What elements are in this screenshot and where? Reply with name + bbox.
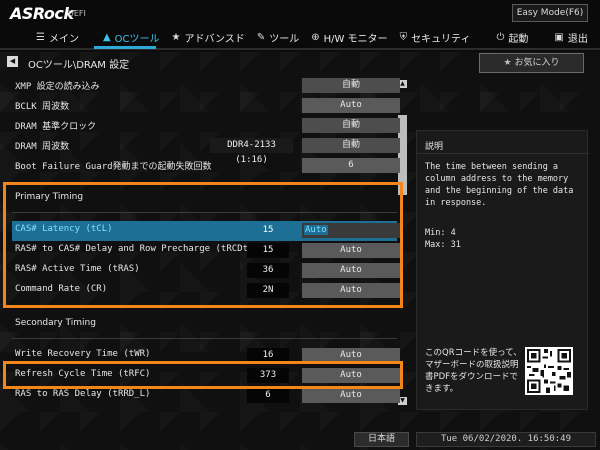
favorite-label: お気に入り [514, 58, 560, 68]
setting-value[interactable]: Auto [302, 263, 400, 278]
setting-value[interactable]: 自動 [302, 118, 400, 133]
setting-current: 15 [247, 223, 289, 238]
tab-security[interactable]: ⛨ セキュリティ [394, 26, 477, 48]
tab-label: OCツール [114, 33, 160, 45]
setting-row-xmp[interactable]: XMP 設定の読み込み 自動 [12, 76, 400, 96]
setting-value[interactable]: Auto [302, 243, 400, 258]
setting-label: XMP 設定の読み込み [15, 82, 100, 92]
setting-value[interactable]: Auto [302, 223, 400, 238]
qr-description: このQRコードを使って、マザーボードの取扱説明書PDFをダウンロードできます。 [425, 348, 522, 394]
tab-label: ツール [269, 33, 300, 45]
description-divider [417, 153, 589, 154]
section-title-primary: Primary Timing [15, 192, 84, 202]
top-bar: ASRock UEFI Easy Mode(F6) [0, 0, 600, 26]
setting-row-bclk[interactable]: BCLK 周波数 Auto [12, 96, 400, 116]
tab-label: H/W モニター [323, 33, 388, 45]
main-nav: ☰ メイン ▲ OCツール ★ アドバンスド ✎ ツール ⊕ H/W モニター … [0, 26, 600, 48]
easy-mode-button[interactable]: Easy Mode(F6) [512, 4, 588, 22]
setting-value[interactable]: Auto [302, 388, 400, 403]
star-icon: ★ [171, 31, 181, 43]
list-icon: ☰ [36, 31, 45, 43]
setting-label: Refresh Cycle Time (tRFC) [15, 369, 151, 379]
setting-label: RAS# Active Time (tRAS) [15, 264, 140, 274]
setting-value[interactable]: 自動 [302, 138, 400, 153]
setting-current: 36 [247, 263, 289, 278]
wrench-icon: ✎ [256, 31, 266, 43]
setting-label: Write Recovery Time (tWR) [15, 349, 151, 359]
setting-row-tras[interactable]: RAS# Active Time (tRAS) 36 Auto [12, 261, 400, 281]
setting-value[interactable]: 自動 [302, 78, 400, 93]
brand-sub: UEFI [68, 9, 86, 18]
qr-code-icon [525, 347, 573, 395]
brand-logo: ASRock [10, 4, 74, 23]
setting-label: RAS to RAS Delay (tRRD_L) [15, 389, 151, 399]
tab-advanced[interactable]: ★ アドバンスド [166, 26, 251, 48]
tab-oc-tools[interactable]: ▲ OCツール [97, 26, 166, 48]
exit-icon: ▣ [554, 31, 564, 43]
tab-exit[interactable]: ▣ 退出 [548, 26, 593, 48]
section-divider [12, 338, 397, 339]
setting-label: DRAM 基準クロック [15, 122, 97, 132]
setting-current: DDR4-2133 (1:16) [210, 138, 293, 165]
tab-label: アドバンスド [184, 33, 245, 45]
tab-boot[interactable]: ⏻ 起動 [490, 26, 534, 48]
setting-value-text: Auto [304, 225, 328, 235]
back-arrow-icon[interactable]: ◀ [7, 56, 18, 67]
setting-row-dram-ref-clock[interactable]: DRAM 基準クロック 自動 [12, 116, 400, 136]
setting-row-trfc[interactable]: Refresh Cycle Time (tRFC) 373 Auto [12, 366, 400, 386]
setting-label: Boot Failure Guard発動までの起動失敗回数 [15, 162, 212, 172]
setting-row-twr[interactable]: Write Recovery Time (tWR) 16 Auto [12, 346, 400, 366]
setting-label: RAS# to CAS# Delay and Row Precharge (tR… [15, 244, 265, 254]
setting-row-tcl[interactable]: CAS# Latency (tCL) 15 Auto [12, 221, 400, 241]
setting-value[interactable]: Auto [302, 283, 400, 298]
setting-value[interactable]: 6 [302, 158, 400, 173]
tab-label: メイン [48, 33, 79, 45]
language-button[interactable]: 日本語 [354, 432, 409, 447]
datetime-display: Tue 06/02/2020. 16:50:49 [416, 432, 596, 447]
monitor-icon: ⊕ [311, 31, 320, 43]
description-min: Min: 4 [425, 228, 456, 238]
setting-label: DRAM 周波数 [15, 142, 70, 152]
favorite-button[interactable]: ★ お気に入り [479, 53, 584, 73]
setting-row-trrd-l[interactable]: RAS to RAS Delay (tRRD_L) 6 Auto [12, 386, 400, 406]
setting-value[interactable]: Auto [302, 348, 400, 363]
power-icon: ⏻ [496, 31, 505, 43]
tab-main[interactable]: ☰ メイン [30, 26, 85, 48]
tab-label: 退出 [567, 33, 588, 45]
description-range: Min: 4 Max: 31 [425, 227, 461, 251]
rocket-icon: ▲ [102, 31, 111, 43]
shield-icon: ⛨ [399, 31, 408, 43]
star-icon: ★ [503, 58, 512, 68]
setting-current: 2N [247, 283, 289, 298]
tab-hw-monitor[interactable]: ⊕ H/W モニター [305, 26, 393, 48]
tab-label: セキュリティ [411, 33, 471, 45]
description-text: The time between sending a column addres… [425, 162, 574, 208]
setting-row-dram-frequency[interactable]: DRAM 周波数 DDR4-2133 (1:16) 自動 [12, 136, 400, 165]
setting-current: 6 [247, 388, 289, 403]
setting-label: CAS# Latency (tCL) [15, 224, 113, 234]
tab-label: 起動 [508, 33, 529, 45]
active-tab-indicator [94, 46, 156, 49]
setting-value[interactable]: Auto [302, 368, 400, 383]
section-divider [12, 212, 397, 213]
breadcrumb: OCツール\DRAM 設定 [28, 60, 130, 71]
setting-label: Command Rate (CR) [15, 284, 108, 294]
setting-current: 15 [247, 243, 289, 258]
section-title-secondary: Secondary Timing [15, 318, 96, 328]
setting-row-boot-failure-guard[interactable]: Boot Failure Guard発動までの起動失敗回数 6 [12, 156, 400, 176]
setting-label: BCLK 周波数 [15, 102, 70, 112]
nav-divider [0, 48, 600, 50]
description-max: Max: 31 [425, 240, 461, 250]
description-title: 説明 [425, 142, 444, 152]
setting-row-trcdtrp[interactable]: RAS# to CAS# Delay and Row Precharge (tR… [12, 241, 400, 261]
setting-current: 373 [247, 368, 289, 383]
setting-row-command-rate[interactable]: Command Rate (CR) 2N Auto [12, 281, 400, 301]
tab-tools[interactable]: ✎ ツール [251, 26, 305, 48]
setting-value[interactable]: Auto [302, 98, 400, 113]
setting-current: 16 [247, 348, 289, 363]
description-panel: 説明 The time between sending a column add… [416, 130, 589, 410]
